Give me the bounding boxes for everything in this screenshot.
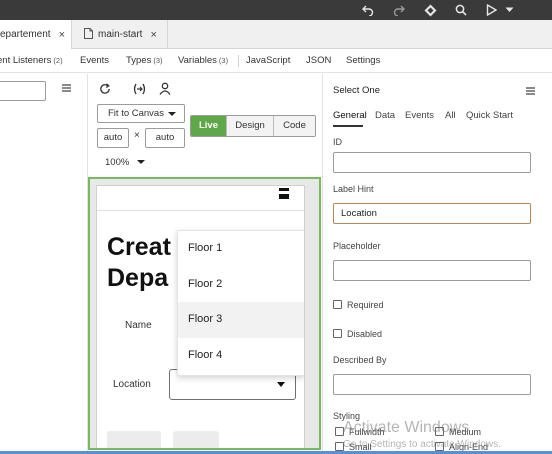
nav-label: JSON (306, 55, 332, 66)
dropdown-option-hovered[interactable]: Floor 3 (178, 302, 304, 338)
component-icon[interactable] (421, 0, 439, 20)
nav-count: (3) (153, 56, 163, 65)
refresh-icon[interactable] (98, 82, 112, 96)
menu-icon[interactable] (277, 188, 291, 202)
nav-label: JavaScript (246, 55, 291, 66)
nav-count: (2) (53, 56, 63, 65)
dropdown-option[interactable]: Floor 1 (178, 231, 304, 267)
top-toolbar (0, 0, 552, 20)
designer-canvas: Creat Depa Name Location Floor 1 Floor 2… (88, 177, 321, 450)
location-label: Location (113, 379, 151, 390)
tab-all[interactable]: All (445, 110, 456, 121)
tab-data[interactable]: Data (375, 110, 395, 121)
tab-main-start[interactable]: main-start × (72, 20, 168, 49)
app-root: epartement × main-start × ent Listeners(… (0, 0, 552, 454)
id-input[interactable] (333, 152, 531, 173)
nav-label: ent Listeners (0, 55, 52, 66)
nav-events[interactable]: Events (80, 50, 109, 72)
id-label: ID (333, 137, 342, 147)
live-mode-button[interactable]: Live (191, 116, 227, 136)
dimension-separator: × (134, 130, 140, 141)
nav-label: Types (126, 55, 152, 66)
close-icon[interactable]: × (59, 29, 65, 41)
placeholder-input[interactable] (333, 260, 531, 281)
tab-events[interactable]: Events (405, 110, 434, 121)
activation-watermark-title: Activate Windows (343, 419, 470, 436)
zoom-select[interactable]: 100% (105, 157, 146, 168)
fit-mode-value: Fit to Canvas (108, 108, 164, 119)
tab-general[interactable]: General (333, 110, 367, 121)
component-name: Select One (333, 85, 380, 96)
user-icon[interactable] (158, 81, 172, 96)
hamburger-menu-icon[interactable] (62, 84, 71, 95)
canvas-width-input[interactable]: auto (97, 128, 129, 148)
required-label: Required (347, 300, 384, 310)
chevron-down-icon[interactable] (500, 0, 518, 20)
required-checkbox[interactable] (333, 300, 342, 309)
chevron-down-icon (277, 382, 285, 387)
design-mode-button[interactable]: Design (227, 116, 274, 136)
nav-javascript[interactable]: JavaScript (246, 50, 290, 72)
nav-event-listeners[interactable]: ent Listeners (2) (0, 50, 63, 72)
zoom-value: 100% (105, 157, 130, 168)
nav-label: Variables (178, 55, 217, 66)
properties-panel: Select One General Data Events All Quick… (322, 74, 552, 454)
designer-toolbar: Fit to Canvas auto × auto 100% Live Desi… (89, 74, 321, 178)
canvas-height-input[interactable]: auto (145, 128, 185, 148)
filter-input[interactable] (0, 81, 46, 101)
described-by-input[interactable] (333, 374, 531, 395)
nav-label: Settings (346, 55, 381, 66)
nav-variables[interactable]: Variables (3) (178, 50, 228, 72)
tab-departement[interactable]: epartement × (0, 20, 72, 49)
active-tab-indicator (333, 125, 363, 127)
fit-mode-select[interactable]: Fit to Canvas (97, 104, 185, 123)
structure-panel (0, 74, 88, 454)
dropdown-option[interactable]: Floor 4 (178, 338, 304, 374)
placeholder-button (173, 431, 219, 448)
page-title-line: Creat (107, 233, 171, 261)
disabled-checkbox[interactable] (333, 329, 342, 338)
described-by-label: Described By (333, 355, 387, 365)
page-preview: Creat Depa Name Location Floor 1 Floor 2… (96, 185, 305, 448)
close-icon[interactable]: × (150, 29, 156, 41)
code-mode-button[interactable]: Code (274, 116, 315, 136)
dropdown-option[interactable]: Floor 2 (178, 267, 304, 303)
nav-divider (238, 55, 239, 67)
chevron-down-icon (168, 112, 176, 116)
label-hint-label: Label Hint (333, 184, 374, 194)
preview-header (97, 186, 304, 211)
nav-settings[interactable]: Settings (346, 50, 380, 72)
tab-label: epartement (0, 29, 51, 40)
search-icon[interactable] (452, 0, 470, 20)
tab-label: main-start (98, 29, 143, 40)
page-sections-nav: ent Listeners (2) Events Types (3) Variabl… (0, 50, 552, 73)
page-title: Creat Depa (107, 232, 171, 294)
view-mode-toggle: Live Design Code (190, 115, 316, 137)
undo-icon[interactable] (359, 0, 377, 20)
expression-icon[interactable] (131, 82, 147, 96)
nav-label: Events (80, 55, 110, 66)
tab-quick-start[interactable]: Quick Start (466, 110, 513, 121)
nav-types[interactable]: Types (3) (126, 50, 163, 72)
document-icon (84, 27, 93, 42)
nav-json[interactable]: JSON (306, 50, 331, 72)
name-label: Name (125, 320, 152, 331)
disabled-label: Disabled (347, 329, 383, 339)
label-hint-input[interactable]: Location (333, 203, 531, 224)
location-dropdown: Floor 1 Floor 2 Floor 3 Floor 4 (177, 230, 304, 376)
placeholder-button (107, 431, 161, 448)
hamburger-menu-icon[interactable] (526, 87, 535, 98)
file-tab-strip: epartement × main-start × (0, 20, 552, 49)
chevron-down-icon (137, 160, 146, 165)
placeholder-label: Placeholder (333, 241, 381, 251)
redo-icon[interactable] (390, 0, 408, 20)
nav-count: (3) (218, 56, 229, 65)
play-icon[interactable] (482, 0, 500, 20)
activation-watermark-text: Go to Settings to activate Windows. (343, 439, 501, 450)
page-title-line: Depa (107, 264, 169, 292)
